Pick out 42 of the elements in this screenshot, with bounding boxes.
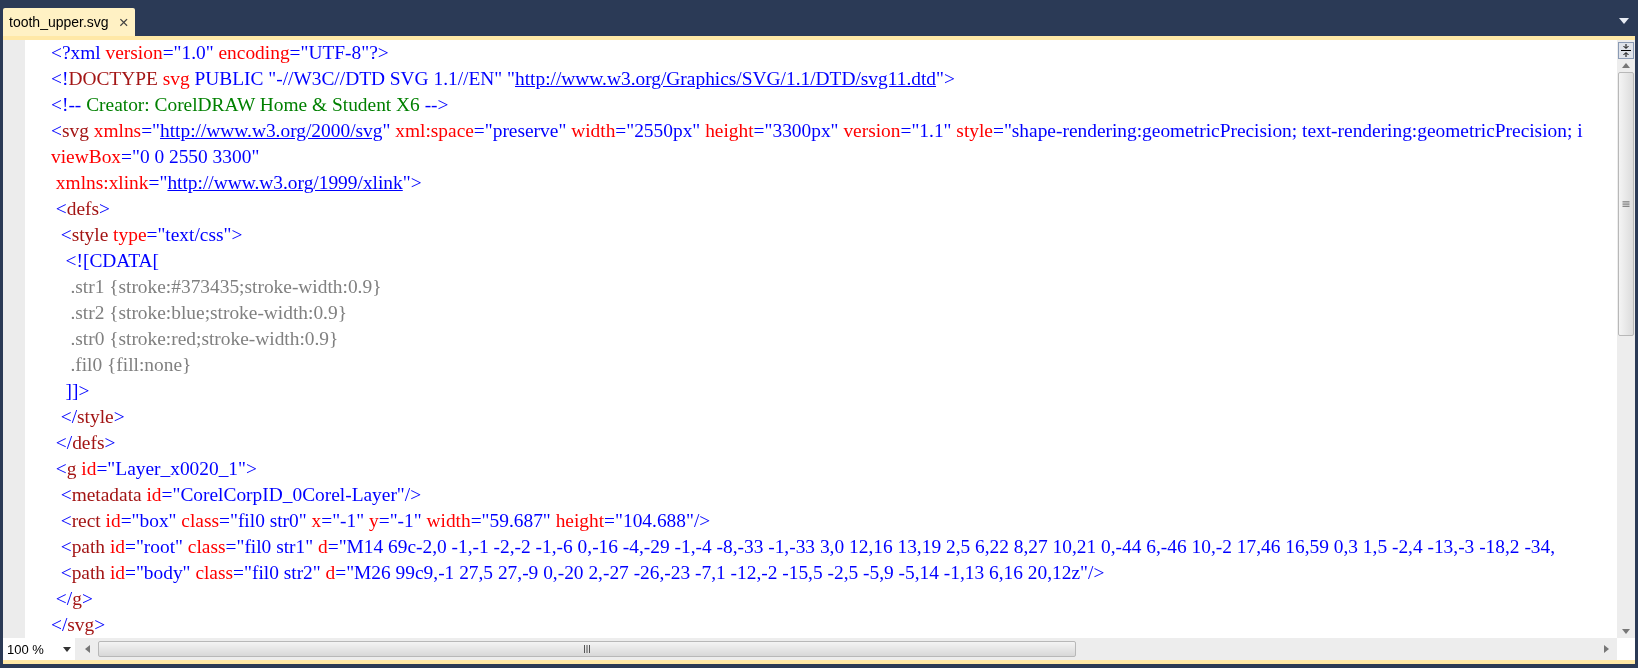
url-link[interactable]: http://www.w3.org/2000/svg [160, 120, 383, 141]
url-link[interactable]: http://www.w3.org/1999/xlink [167, 172, 403, 193]
caret-icon [63, 646, 71, 652]
scroll-down-icon[interactable] [1622, 629, 1630, 634]
scroll-up-icon[interactable] [1622, 63, 1630, 68]
code-line: </svg> [51, 613, 107, 637]
code-line: <rect id="box" class="fil0 str0" x="-1" y="-1" width="59.687" height="104.688"/> [59, 509, 712, 533]
code-line: .str2 {stroke:blue;stroke-width:0.9} [69, 301, 348, 325]
code-line: ]]> [64, 379, 91, 403]
code-line: xmlns:xlink="http://www.w3.org/1999/xlink"> [54, 171, 423, 195]
code-line: <metadata id="CorelCorpID_0Corel-Layer"/> [59, 483, 423, 507]
code-line: </defs> [54, 431, 117, 455]
code-line: .str1 {stroke:#373435;stroke-width:0.9} [69, 275, 383, 299]
code-line: <svg xmlns="http://www.w3.org/2000/svg" xml:space="preserve" width="2550px" height="3300px" version="1.1" style="shape-rendering:geometricPrecision; text-rendering:geometricPrecision; i [51, 119, 1584, 143]
file-tab[interactable]: tooth_upper.svg × [3, 8, 135, 36]
scroll-right-icon[interactable] [1604, 645, 1609, 653]
horizontal-scrollbar[interactable] [75, 638, 1617, 660]
scrollbar-thumb[interactable] [98, 641, 1076, 657]
url-link[interactable]: http://www.w3.org/Graphics/SVG/1.1/DTD/svg11.dtd [515, 68, 937, 89]
scrollbar-thumb[interactable] [1618, 72, 1634, 336]
code-line: .str0 {stroke:red;stroke-width:0.9} [69, 327, 340, 351]
code-line: <path id="root" class="fil0 str1" d="M14 69c-2,0 -1,-1 -2,-2 -1,-6 0,-16 -4,-29 -1,-4 -8,-33 -1,-33 3,0 12,16 13,19 2,5 6,22 8,27 10,21 0,-44 6,-46 10,-2 17,46 16,59 0,3 1,5 -2,4 -13,-3 -18,2 -34, [59, 535, 1557, 559]
tab-label: tooth_upper.svg [9, 14, 109, 30]
grip-icon [1622, 200, 1630, 208]
code-line: viewBox="0 0 2550 3300" [51, 145, 261, 169]
code-line: <defs> [54, 197, 112, 221]
close-button[interactable]: × [118, 13, 129, 31]
vertical-scrollbar[interactable] [1617, 40, 1635, 638]
dropdown-caret-icon[interactable] [1619, 18, 1629, 24]
code-line: <g id="Layer_x0020_1"> [54, 457, 258, 481]
split-handle-icon[interactable] [1618, 42, 1634, 59]
code-line: <![CDATA[ [64, 249, 160, 273]
scroll-left-icon[interactable] [85, 645, 90, 653]
code-line: .fil0 {fill:none} [69, 353, 193, 377]
code-line: <path id="body" class="fil0 str2" d="M26 99c9,-1 27,5 27,-9 0,-20 2,-27 -26,-23 -7,1 -12,-2 -15,5 -2,5 -5,9 -5,14 -1,13 6,16 20,12z"/> [59, 561, 1106, 585]
code-line: <!-- Creator: CorelDRAW Home & Student X6 --> [51, 93, 450, 117]
code-line: <!DOCTYPE svg PUBLIC "-//W3C//DTD SVG 1.1//EN" "http://www.w3.org/Graphics/SVG/1.1/DTD/svg11.dtd"> [51, 67, 956, 91]
code-line: <?xml version="1.0" encoding="UTF-8"?> [51, 41, 390, 65]
code-line: </style> [59, 405, 126, 429]
code-line: <style type="text/css"> [59, 223, 244, 247]
grip-icon [583, 645, 591, 653]
code-line: </g> [54, 587, 94, 611]
